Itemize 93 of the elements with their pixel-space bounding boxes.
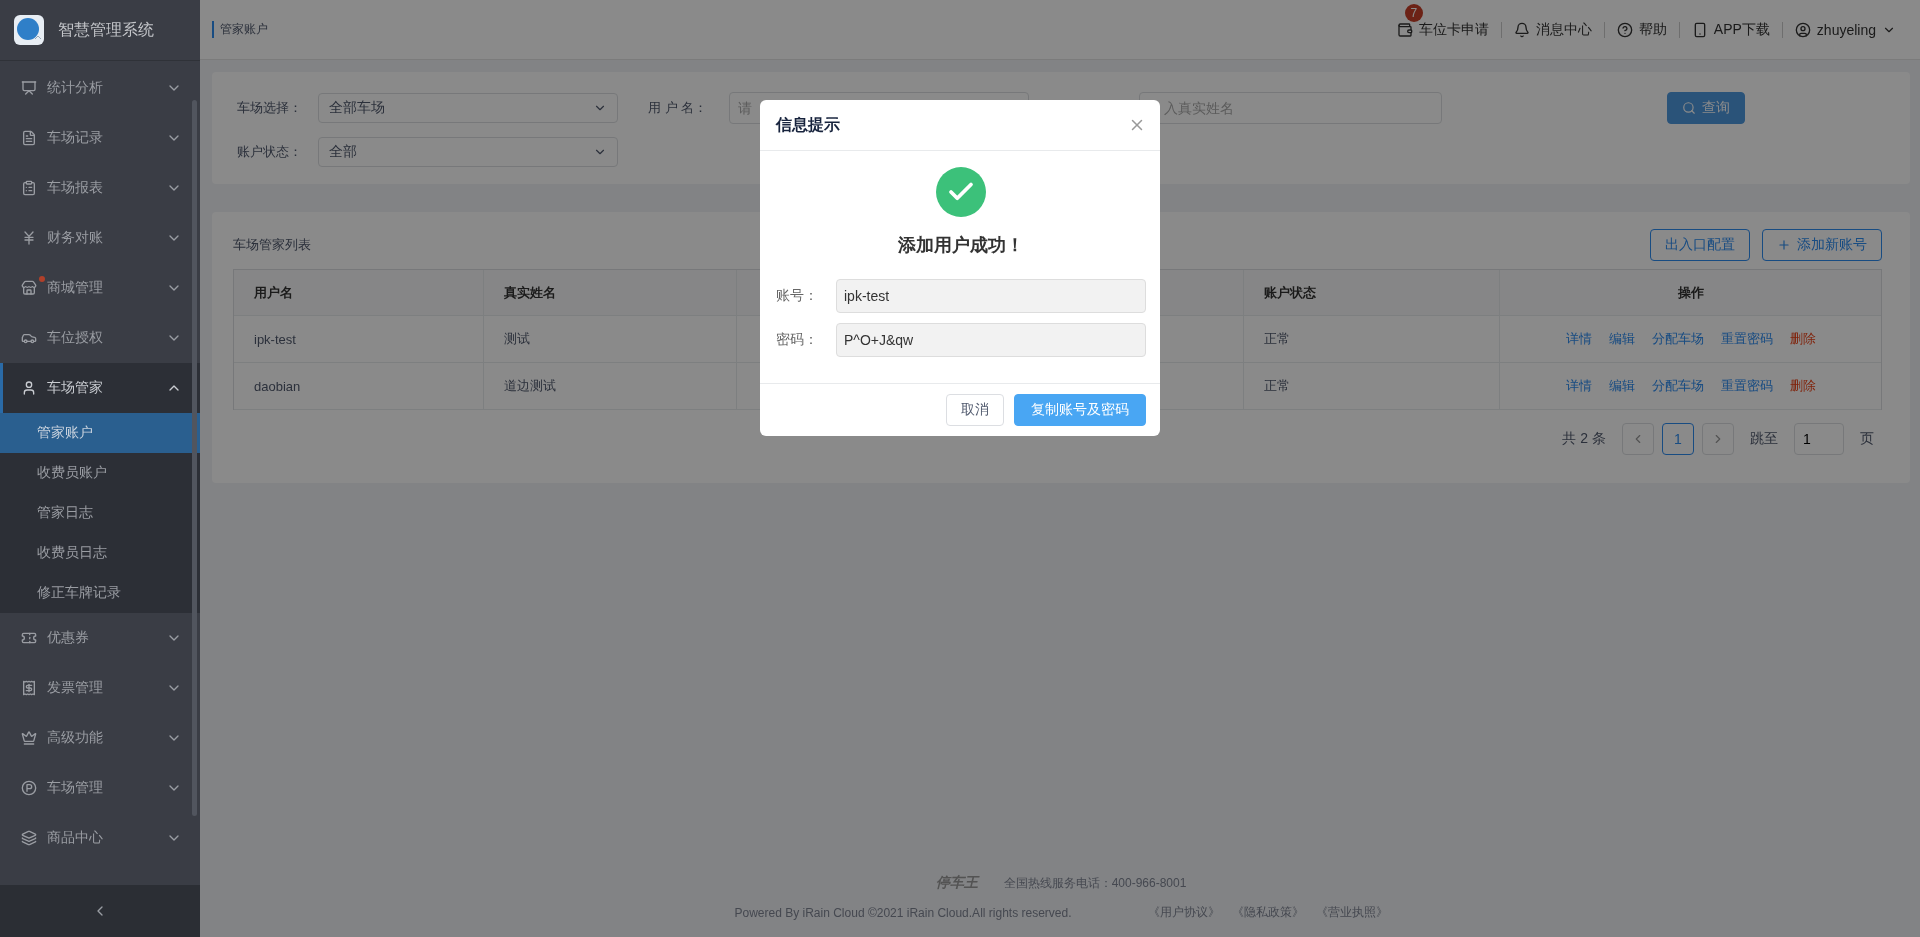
presentation-icon <box>21 80 37 96</box>
hotline-text: 全国热线服务电话：400-966-8001 <box>1003 874 1187 892</box>
column-header: 账户状态 <box>1264 283 1316 302</box>
header-link[interactable]: 消息中心 <box>1500 21 1604 38</box>
menu-item[interactable]: 优惠券 <box>0 613 200 663</box>
submenu-item[interactable]: 收费员日志 <box>0 533 200 573</box>
park-select[interactable]: 全部车场 <box>318 93 618 123</box>
success-message: 添加用户成功！ <box>898 234 1024 257</box>
user-icon <box>1794 21 1811 38</box>
action-link[interactable]: 分配车场 <box>1651 330 1704 348</box>
menu-item[interactable]: 商城管理 <box>0 263 200 313</box>
help-icon <box>1616 21 1633 38</box>
column-header: 真实姓名 <box>504 283 556 302</box>
ticket-icon <box>21 630 37 646</box>
crown-icon <box>21 730 37 746</box>
yen-icon <box>21 230 37 246</box>
search-icon <box>1682 101 1696 115</box>
action-link[interactable]: 编辑 <box>1608 377 1635 395</box>
table-cell: 道边测试 <box>504 377 556 395</box>
delete-link[interactable]: 删除 <box>1789 330 1816 348</box>
menu-item[interactable]: 发票管理 <box>0 663 200 713</box>
field-label: 用 户 名： <box>648 99 709 117</box>
submenu-item[interactable]: 修正车牌记录 <box>0 573 200 613</box>
submenu-item[interactable]: 管家账户 <box>0 413 200 453</box>
table-cell: 测试 <box>504 330 530 348</box>
header-link[interactable]: 车位卡申请 <box>1384 21 1501 38</box>
receipt-icon <box>21 680 37 696</box>
success-icon <box>936 167 986 217</box>
menu-item[interactable]: 商品中心 <box>0 813 200 863</box>
table-cell: 正常 <box>1264 330 1290 348</box>
action-link[interactable]: 重置密码 <box>1720 377 1773 395</box>
total-count: 共 2 条 <box>1562 430 1606 448</box>
menu-item[interactable]: 统计分析 <box>0 63 200 113</box>
footer-link[interactable]: 《用户协议》 <box>1147 904 1220 921</box>
layers-icon <box>21 830 37 846</box>
report-icon <box>21 180 37 196</box>
page-unit: 页 <box>1860 430 1874 448</box>
readonly-field[interactable]: ipk-test <box>836 279 1146 313</box>
footer-link[interactable]: 《隐私政策》 <box>1231 904 1304 921</box>
table-cell: ipk-test <box>254 331 296 347</box>
table-cell: daobian <box>254 378 301 394</box>
header-link[interactable]: APP下载 <box>1678 21 1782 38</box>
menu-item[interactable]: 车位授权 <box>0 313 200 363</box>
copy-button[interactable]: 复制账号及密码 <box>1014 394 1146 426</box>
submenu-item[interactable]: 收费员账户 <box>0 453 200 493</box>
breadcrumb: 管家账户 <box>212 21 268 38</box>
dialog-title: 信息提示 <box>776 114 840 135</box>
page-field[interactable]: 1 <box>1794 423 1844 455</box>
menu-item[interactable]: 高级功能 <box>0 713 200 763</box>
count-badge: 7 <box>1404 3 1423 22</box>
menu-item[interactable]: 车场管家 <box>0 363 200 413</box>
column-header: 操作 <box>1677 283 1704 302</box>
cancel-button[interactable]: 取消 <box>946 394 1004 426</box>
plus-icon <box>1777 238 1791 252</box>
collapse-button[interactable] <box>0 885 200 937</box>
document-icon <box>21 130 37 146</box>
field-label: 账号： <box>776 287 819 305</box>
delete-link[interactable]: 删除 <box>1789 377 1816 395</box>
status-select[interactable]: 全部 <box>318 137 618 167</box>
parking-icon <box>21 780 37 796</box>
wallet-icon <box>1396 21 1413 38</box>
table-cell: 正常 <box>1264 377 1290 395</box>
section-title: 车场管家列表 <box>233 236 311 254</box>
action-link[interactable]: 详情 <box>1565 377 1592 395</box>
app-title: 智慧管理系统 <box>58 19 154 40</box>
action-link[interactable]: 分配车场 <box>1651 377 1704 395</box>
bell-icon <box>1513 21 1530 38</box>
user-menu[interactable]: zhuyeling <box>1781 21 1908 38</box>
menu-item[interactable]: 车场管理 <box>0 763 200 813</box>
menu-item[interactable]: 车场报表 <box>0 163 200 213</box>
field-label: 车场选择： <box>237 99 303 117</box>
column-header: 用户名 <box>254 283 293 302</box>
menu-item[interactable]: 财务对账 <box>0 213 200 263</box>
entrance-config-button[interactable]: 出入口配置 <box>1650 229 1750 261</box>
next-page-button[interactable] <box>1702 423 1734 455</box>
store-icon <box>21 280 37 296</box>
user-icon <box>21 380 37 396</box>
prev-page-button[interactable] <box>1622 423 1654 455</box>
submenu-item[interactable]: 管家日志 <box>0 493 200 533</box>
jump-label: 跳至 <box>1750 430 1778 448</box>
logo-icon <box>14 15 44 45</box>
field-label: 密码： <box>776 331 819 349</box>
action-link[interactable]: 重置密码 <box>1720 330 1773 348</box>
field-label: 账户状态： <box>237 143 303 161</box>
header-link[interactable]: 帮助 <box>1603 21 1679 38</box>
readonly-field[interactable]: P^O+J&qw <box>836 323 1146 357</box>
action-link[interactable]: 详情 <box>1565 330 1592 348</box>
query-button[interactable]: 查询 <box>1667 92 1745 124</box>
action-link[interactable]: 编辑 <box>1608 330 1635 348</box>
copyright-text: Powered By iRain Cloud ©2021 iRain Cloud.All rights reserved. <box>734 905 1072 920</box>
menu-item[interactable]: 车场记录 <box>0 113 200 163</box>
page-button[interactable]: 1 <box>1662 423 1694 455</box>
add-account-button[interactable]: 添加新账号 <box>1762 229 1882 261</box>
